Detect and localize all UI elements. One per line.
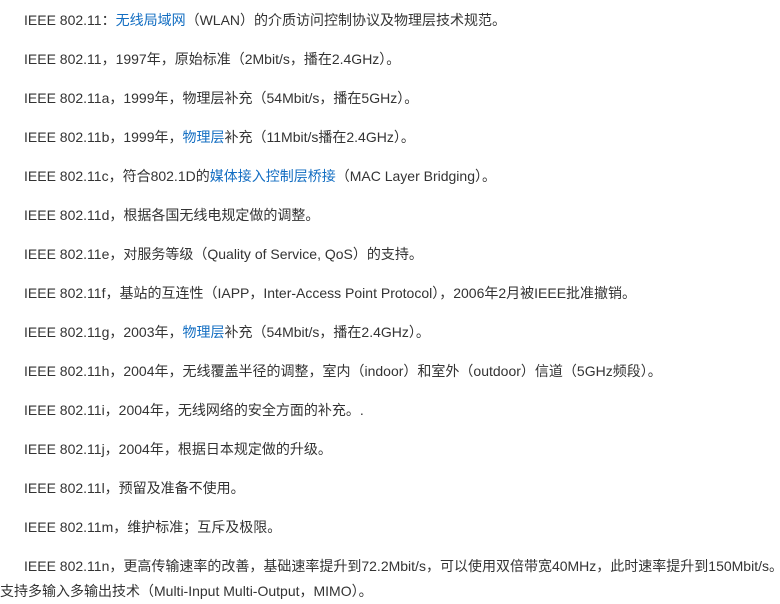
term-link[interactable]: 无线局域网 <box>116 12 186 28</box>
term-link[interactable]: 物理层 <box>183 324 225 340</box>
standards-list: IEEE 802.11：无线局域网（WLAN）的介质访问控制协议及物理层技术规范… <box>0 0 780 604</box>
item-text: （MAC Layer Bridging）。 <box>335 168 496 184</box>
list-item-continuation: 支持多输入多输出技术（Multi-Input Multi-Output，MIMO… <box>0 581 373 601</box>
list-item: IEEE 802.11h，2004年，无线覆盖半径的调整，室内（indoor）和… <box>24 361 662 381</box>
item-text: 补充（11Mbit/s播在2.4GHz）。 <box>224 129 415 145</box>
list-item: IEEE 802.11n，更高传输速率的改善，基础速率提升到72.2Mbit/s… <box>24 556 780 576</box>
item-text: IEEE 802.11n，更高传输速率的改善，基础速率提升到72.2Mbit/s… <box>24 558 780 574</box>
item-text: IEEE 802.11e，对服务等级（Quality of Service, Q… <box>24 246 423 262</box>
item-text: IEEE 802.11j，2004年，根据日本规定做的升级。 <box>24 441 332 457</box>
item-text: 支持多输入多输出技术（Multi-Input Multi-Output，MIMO… <box>0 583 373 599</box>
item-text: IEEE 802.11b，1999年， <box>24 129 183 145</box>
item-text: IEEE 802.11，1997年，原始标准（2Mbit/s，播在2.4GHz）… <box>24 51 401 67</box>
item-text: （WLAN）的介质访问控制协议及物理层技术规范。 <box>185 12 507 28</box>
list-item: IEEE 802.11c，符合802.1D的媒体接入控制层桥接（MAC Laye… <box>24 166 496 186</box>
term-link[interactable]: 媒体接入控制层桥接 <box>210 168 336 184</box>
list-item: IEEE 802.11l，预留及准备不使用。 <box>24 478 245 498</box>
item-text: IEEE 802.11： <box>24 12 116 28</box>
item-text: IEEE 802.11g，2003年， <box>24 324 183 340</box>
item-text: IEEE 802.11l，预留及准备不使用。 <box>24 480 245 496</box>
list-item: IEEE 802.11a，1999年，物理层补充（54Mbit/s，播在5GHz… <box>24 88 418 108</box>
item-text: 补充（54Mbit/s，播在2.4GHz）。 <box>224 324 430 340</box>
item-text: IEEE 802.11c，符合802.1D的 <box>24 168 210 184</box>
item-text: IEEE 802.11f，基站的互连性（IAPP，Inter-Access Po… <box>24 285 637 301</box>
list-item: IEEE 802.11e，对服务等级（Quality of Service, Q… <box>24 244 423 264</box>
list-item: IEEE 802.11：无线局域网（WLAN）的介质访问控制协议及物理层技术规范… <box>24 10 506 30</box>
item-text: IEEE 802.11d，根据各国无线电规定做的调整。 <box>24 207 320 223</box>
item-text: IEEE 802.11h，2004年，无线覆盖半径的调整，室内（indoor）和… <box>24 363 662 379</box>
list-item: IEEE 802.11m，维护标准；互斥及极限。 <box>24 517 281 537</box>
list-item: IEEE 802.11，1997年，原始标准（2Mbit/s，播在2.4GHz）… <box>24 49 400 69</box>
item-text: IEEE 802.11a，1999年，物理层补充（54Mbit/s，播在5GHz… <box>24 90 419 106</box>
list-item: IEEE 802.11b，1999年，物理层补充（11Mbit/s播在2.4GH… <box>24 127 415 147</box>
item-text: IEEE 802.11i，2004年，无线网络的安全方面的补充。. <box>24 402 364 418</box>
list-item: IEEE 802.11f，基站的互连性（IAPP，Inter-Access Po… <box>24 283 636 303</box>
list-item: IEEE 802.11i，2004年，无线网络的安全方面的补充。. <box>24 400 364 420</box>
list-item: IEEE 802.11d，根据各国无线电规定做的调整。 <box>24 205 319 225</box>
list-item: IEEE 802.11j，2004年，根据日本规定做的升级。 <box>24 439 332 459</box>
term-link[interactable]: 物理层 <box>183 129 225 145</box>
item-text: IEEE 802.11m，维护标准；互斥及极限。 <box>24 519 282 535</box>
list-item: IEEE 802.11g，2003年，物理层补充（54Mbit/s，播在2.4G… <box>24 322 430 342</box>
